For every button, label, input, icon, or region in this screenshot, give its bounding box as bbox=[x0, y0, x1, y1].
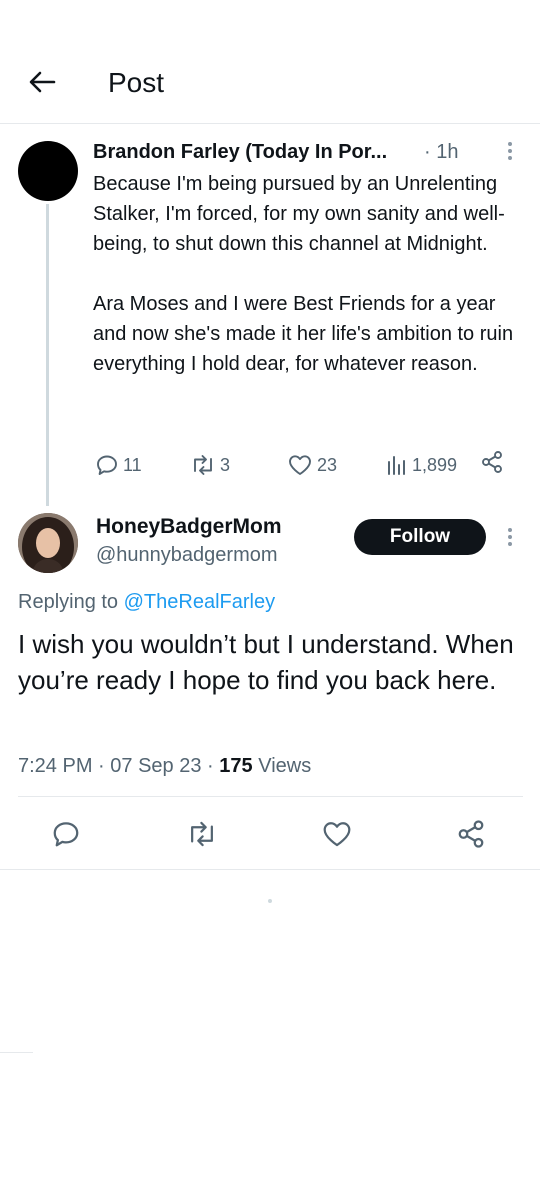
parent-avatar[interactable] bbox=[18, 141, 78, 201]
reply-icon bbox=[53, 822, 79, 847]
reply-avatar[interactable] bbox=[18, 513, 78, 573]
heart-icon bbox=[323, 822, 351, 847]
back-button[interactable] bbox=[22, 62, 62, 102]
more-dot-icon bbox=[508, 528, 512, 532]
like-button[interactable] bbox=[321, 818, 353, 850]
views-chart-icon bbox=[388, 456, 405, 475]
reply-icon bbox=[97, 455, 117, 475]
avatar-photo-icon bbox=[18, 513, 78, 573]
reply-more-button[interactable] bbox=[500, 524, 520, 550]
more-dot-icon bbox=[508, 542, 512, 546]
header-divider bbox=[0, 123, 540, 124]
reply-author-handle[interactable]: @hunnybadgermom bbox=[96, 542, 278, 568]
meta-divider bbox=[18, 796, 523, 797]
post-meta: 7:24 PM · 07 Sep 23 · 175 Views bbox=[18, 752, 311, 780]
replying-to-link[interactable]: @TheRealFarley bbox=[124, 591, 275, 613]
meta-separator: · bbox=[98, 755, 105, 777]
follow-button[interactable]: Follow bbox=[354, 519, 486, 555]
views-label: Views bbox=[258, 755, 312, 777]
more-dot-icon bbox=[508, 142, 512, 146]
repost-button[interactable] bbox=[186, 818, 218, 850]
parent-paragraph: Ara Moses and I were Best Friends for a … bbox=[93, 293, 514, 375]
parent-views-button[interactable]: 1,899 bbox=[386, 450, 457, 480]
action-bar-divider bbox=[0, 869, 540, 870]
parent-share-button[interactable] bbox=[480, 450, 504, 474]
reply-post-text: I wish you wouldn’t but I understand. Wh… bbox=[18, 629, 514, 695]
repost-icon bbox=[194, 455, 212, 475]
share-button[interactable] bbox=[455, 818, 487, 850]
parent-more-button[interactable] bbox=[500, 138, 520, 164]
parent-reply-count: 11 bbox=[123, 455, 142, 475]
thread-line bbox=[46, 204, 49, 506]
parent-post-text: Because I'm being pursued by an Unrelent… bbox=[93, 169, 533, 379]
parent-like-button[interactable]: 23 bbox=[287, 450, 337, 480]
parent-like-count: 23 bbox=[317, 455, 338, 475]
parent-repost-count: 3 bbox=[220, 455, 231, 475]
divider-stub bbox=[0, 1052, 33, 1053]
post-date[interactable]: 07 Sep 23 bbox=[110, 755, 201, 777]
post-time[interactable]: 7:24 PM bbox=[18, 755, 92, 777]
replying-to-line: Replying to @TheRealFarley bbox=[18, 589, 275, 615]
reply-button[interactable] bbox=[50, 818, 82, 850]
more-dot-icon bbox=[508, 149, 512, 153]
parent-repost-button[interactable]: 3 bbox=[190, 450, 230, 480]
replying-prefix: Replying to bbox=[18, 591, 119, 613]
share-icon bbox=[458, 820, 484, 848]
share-icon bbox=[482, 451, 502, 473]
heart-icon bbox=[289, 455, 311, 475]
more-dot-icon bbox=[508, 535, 512, 539]
parent-author-name[interactable]: Brandon Farley (Today In Por... bbox=[93, 139, 387, 165]
meta-separator: · bbox=[207, 755, 214, 777]
parent-paragraph: Because I'm being pursued by an Unrelent… bbox=[93, 173, 505, 255]
views-count: 175 bbox=[219, 755, 253, 777]
page-title: Post bbox=[108, 67, 165, 98]
loading-dot bbox=[268, 899, 272, 903]
arrow-left-icon bbox=[29, 71, 56, 93]
reply-author-name[interactable]: HoneyBadgerMom bbox=[96, 514, 282, 540]
repost-icon bbox=[191, 821, 213, 847]
parent-reply-button[interactable]: 11 bbox=[95, 450, 142, 480]
parent-timestamp[interactable]: · 1h bbox=[424, 139, 458, 165]
more-dot-icon bbox=[508, 156, 512, 160]
parent-views-count: 1,899 bbox=[412, 455, 458, 475]
